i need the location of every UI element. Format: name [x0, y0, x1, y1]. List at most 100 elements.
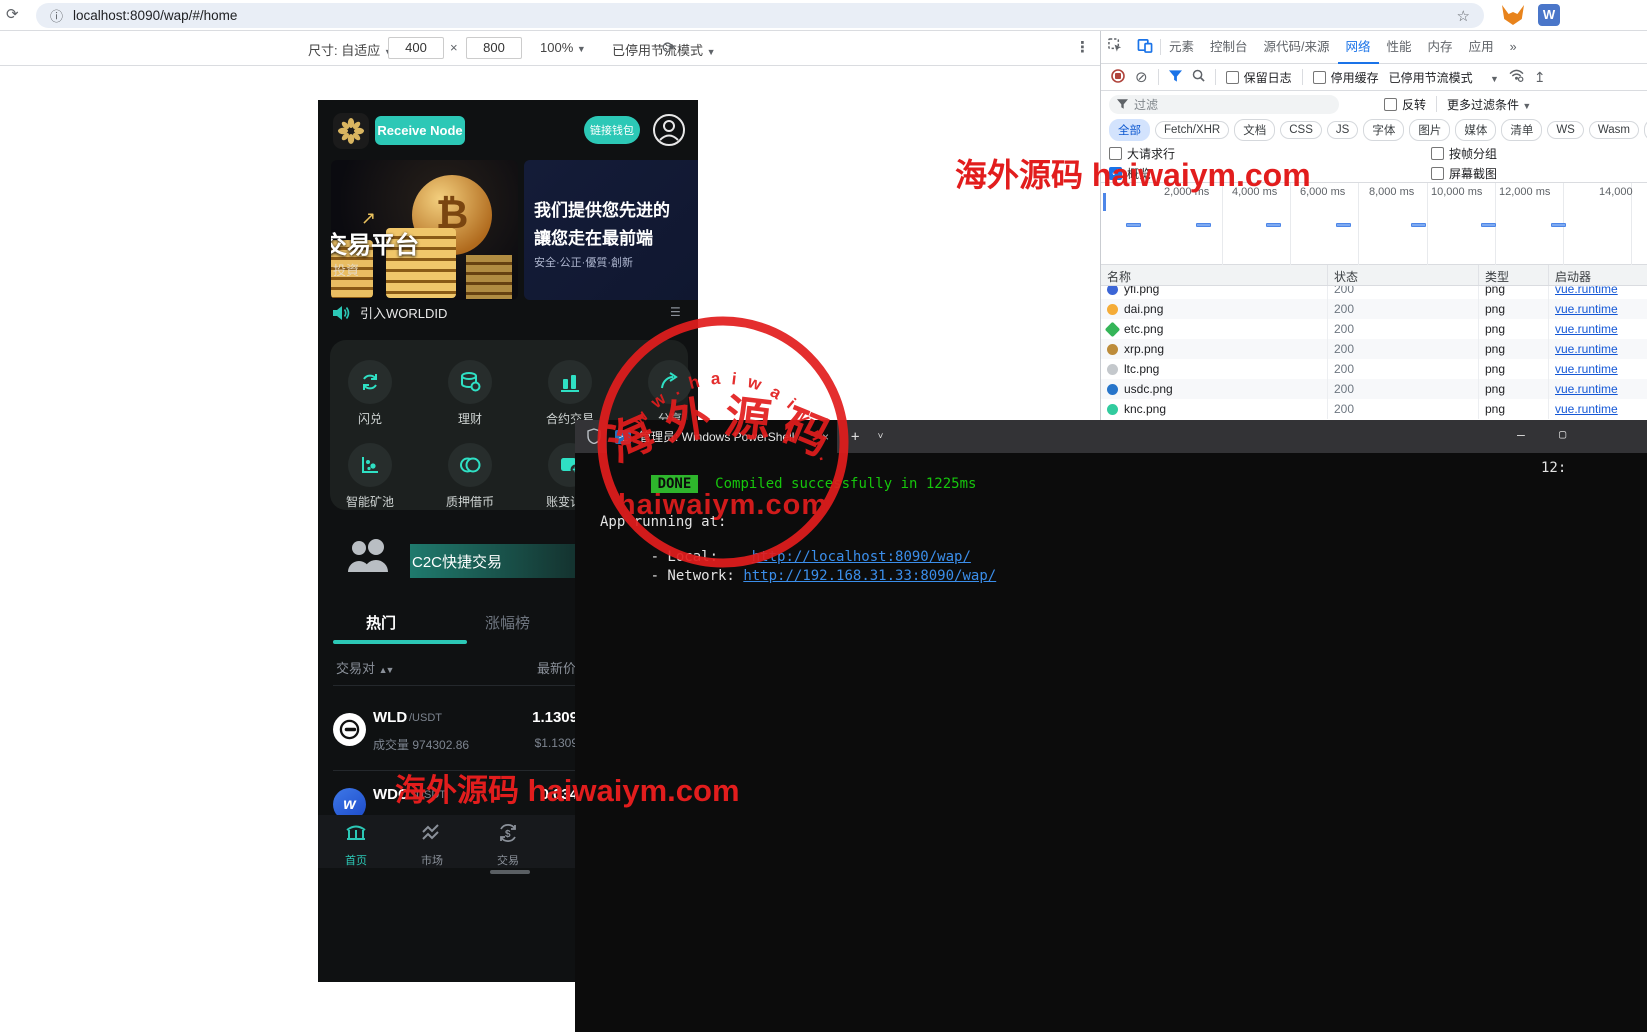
home-icon: [345, 822, 367, 844]
menu-item-wealth[interactable]: 理财: [430, 360, 510, 427]
stamp-domain-text: haiwaiym.com: [618, 489, 828, 521]
viewport-width-input[interactable]: 400: [388, 37, 444, 59]
dimension-times-label: ×: [450, 40, 458, 55]
import-har-icon[interactable]: ↥: [1534, 69, 1546, 86]
request-favicon: [1105, 321, 1121, 337]
tab-console[interactable]: 控制台: [1202, 31, 1256, 64]
col-status[interactable]: 状态: [1328, 265, 1479, 285]
request-type-chips: 全部 Fetch/XHR 文档 CSS JS 字体 图片 媒体 清单 WS Wa…: [1101, 117, 1647, 142]
more-filters-select[interactable]: 更多过滤条件 ▼: [1447, 96, 1531, 113]
minimize-icon[interactable]: —: [1517, 428, 1525, 443]
toolbar-more-options-icon[interactable]: ⋮: [1075, 38, 1090, 56]
screenshots-checkbox[interactable]: 屏幕截图: [1431, 165, 1497, 182]
maximize-icon[interactable]: ▢: [1559, 427, 1566, 441]
banner-slide-text[interactable]: 我们提供您先进的 讓您走在最前端 安全·公正·優質·創新: [524, 160, 698, 300]
coin-stack-graphic: [466, 255, 512, 299]
viewport-height-input[interactable]: 800: [466, 37, 522, 59]
w-extension-icon[interactable]: W: [1538, 4, 1560, 26]
connect-wallet-button[interactable]: 链接钱包: [584, 116, 640, 144]
col-initiator[interactable]: 启动器: [1549, 265, 1647, 285]
network-table-rows: yfi.png 200 png vue.runtime dai.png 200 …: [1101, 286, 1647, 419]
group-by-frame-checkbox[interactable]: 按帧分组: [1431, 145, 1497, 162]
banner2-line1: 我们提供您先进的: [534, 196, 670, 221]
profile-icon[interactable]: [652, 113, 686, 152]
table-row[interactable]: etc.png 200 png vue.runtime: [1101, 319, 1647, 339]
home-indicator[interactable]: [490, 870, 530, 874]
chip-fetch-xhr[interactable]: Fetch/XHR: [1155, 121, 1229, 139]
reload-icon[interactable]: ⟳: [6, 5, 19, 23]
chip-media[interactable]: 媒体: [1455, 119, 1496, 141]
chip-wasm[interactable]: Wasm: [1589, 121, 1639, 139]
disable-cache-checkbox[interactable]: 停用缓存: [1313, 69, 1379, 86]
tab-gainers[interactable]: 涨幅榜: [485, 612, 530, 633]
announcement-marquee[interactable]: 引入WORLDID: [332, 303, 447, 322]
price-column-header[interactable]: 最新价: [537, 658, 576, 677]
table-row[interactable]: xrp.png 200 png vue.runtime: [1101, 339, 1647, 359]
chip-js[interactable]: JS: [1327, 121, 1358, 139]
tab-hot[interactable]: 热门: [366, 612, 396, 633]
network-filter-input[interactable]: 过滤: [1109, 95, 1339, 114]
tab-dropdown-icon[interactable]: ˅: [877, 431, 883, 443]
table-row[interactable]: usdc.png 200 png vue.runtime: [1101, 379, 1647, 399]
chip-font[interactable]: 字体: [1363, 119, 1404, 141]
tab-sources[interactable]: 源代码/来源: [1256, 31, 1338, 64]
inspect-element-icon[interactable]: [1101, 38, 1130, 56]
tab-memory[interactable]: 内存: [1420, 31, 1461, 64]
nav-home[interactable]: 首页: [326, 822, 386, 868]
chip-css[interactable]: CSS: [1280, 121, 1322, 139]
metamask-extension-icon[interactable]: [1502, 5, 1524, 25]
chip-doc[interactable]: 文档: [1234, 119, 1275, 141]
wld-coin-logo: [333, 713, 366, 746]
network-table-header: 名称 状态 类型 启动器: [1101, 265, 1647, 286]
tab-performance[interactable]: 性能: [1379, 31, 1420, 64]
table-row[interactable]: knc.png 200 png vue.runtime: [1101, 399, 1647, 419]
banner-slide-coins[interactable]: ₿ 交易平台 投資 ↗: [331, 160, 518, 300]
zoom-select[interactable]: 100% ▼: [540, 40, 586, 55]
chip-img[interactable]: 图片: [1409, 119, 1450, 141]
tab-network[interactable]: 网络: [1338, 31, 1379, 64]
clear-network-log-icon[interactable]: ⊘: [1135, 68, 1148, 86]
tab-application[interactable]: 应用: [1461, 31, 1502, 64]
request-favicon: [1107, 384, 1118, 395]
chip-all[interactable]: 全部: [1109, 119, 1150, 141]
scatter-chart-icon: [358, 453, 382, 477]
table-row[interactable]: yfi.png 200 png vue.runtime: [1101, 286, 1647, 299]
more-tabs-icon[interactable]: »: [1502, 31, 1525, 64]
site-info-icon[interactable]: ⓘ: [50, 6, 63, 25]
device-size-select[interactable]: 尺寸: 自适应 ▼: [308, 40, 393, 59]
menu-item-swap[interactable]: 闪兑: [330, 360, 410, 427]
two-coins-icon: [458, 453, 482, 477]
preserve-log-checkbox[interactable]: 保留日志: [1226, 69, 1292, 86]
toggle-device-toolbar-icon[interactable]: [1130, 38, 1160, 56]
filter-icon[interactable]: [1169, 70, 1182, 85]
pair-column-header[interactable]: 交易对 ▲▼: [336, 658, 392, 677]
table-row[interactable]: dai.png 200 png vue.runtime: [1101, 299, 1647, 319]
coin-price-usd: $1.1309: [468, 736, 578, 750]
network-conditions-icon[interactable]: [1509, 69, 1524, 85]
url-text[interactable]: localhost:8090/wap/#/home: [73, 8, 237, 23]
flower-logo-icon: [337, 117, 365, 145]
network-throttle-select[interactable]: 已停用节流模式 ▼: [1389, 69, 1499, 86]
request-favicon: [1107, 364, 1118, 375]
address-bar[interactable]: ⓘ localhost:8090/wap/#/home ☆: [36, 3, 1484, 28]
record-network-log-icon[interactable]: [1111, 69, 1125, 86]
tab-elements[interactable]: 元素: [1161, 31, 1202, 64]
rotate-viewport-icon[interactable]: ⟳: [662, 38, 675, 58]
nav-trade[interactable]: $ 交易: [478, 822, 538, 868]
chip-ws[interactable]: WS: [1547, 121, 1584, 139]
chip-manifest[interactable]: 清单: [1501, 119, 1542, 141]
watermark-text-top: 海外源码 haiwaiym.com: [955, 150, 1311, 196]
watermark-stamp: w w w . h a i w a i y m . c o m 海外源码 hai…: [577, 296, 869, 593]
request-favicon: [1107, 344, 1118, 355]
menu-item-mining-pool[interactable]: 智能矿池: [330, 443, 410, 510]
menu-item-staking-loan[interactable]: 质押借币: [430, 443, 510, 510]
volume-text: 成交量 974302.86: [373, 736, 469, 753]
search-icon[interactable]: [1192, 69, 1205, 85]
table-row[interactable]: ltc.png 200 png vue.runtime: [1101, 359, 1647, 379]
col-name[interactable]: 名称: [1101, 265, 1328, 285]
invert-filter-checkbox[interactable]: 反转: [1384, 96, 1426, 113]
col-type[interactable]: 类型: [1479, 265, 1549, 285]
receive-node-button[interactable]: Receive Node: [375, 116, 465, 145]
nav-market[interactable]: 市场: [402, 822, 462, 868]
bookmark-star-icon[interactable]: ☆: [1457, 7, 1470, 25]
